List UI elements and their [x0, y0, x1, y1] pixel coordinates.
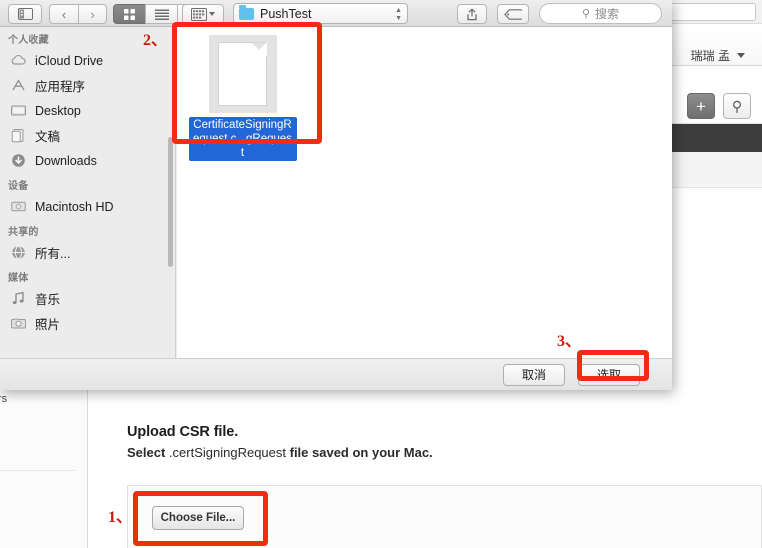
annotation-step-2: 2、	[143, 32, 168, 49]
sidebar-item-macintosh-hd[interactable]: Macintosh HD	[0, 194, 175, 219]
upload-csr-subtitle: Select .certSigningRequest file saved on…	[127, 445, 433, 460]
left-nav-divider	[0, 470, 76, 471]
sidebar-item-photos[interactable]: 照片	[0, 311, 175, 336]
chevron-left-icon: ‹	[61, 6, 67, 22]
music-note-icon	[10, 290, 27, 307]
list-view-icon	[154, 9, 169, 20]
stepper-icon: ▲ ▼	[395, 7, 402, 22]
sidebar-item-label: 所有...	[35, 247, 71, 261]
chevron-right-icon: ›	[90, 6, 95, 22]
subtitle-filename: .certSigningRequest	[168, 445, 286, 460]
sidebar-item-applications[interactable]: 应用程序	[0, 73, 175, 98]
path-popup-button[interactable]: PushTest ▲ ▼	[233, 3, 408, 24]
folder-icon	[239, 5, 254, 20]
screenshot-root: loper 瑞瑞 孟 + ⚲ . Your default ted rs Upl…	[0, 0, 762, 548]
sidebar-section-header: 设备	[8, 181, 29, 192]
file-item[interactable]: CertificateSigningRequest.c...gRequest	[185, 35, 300, 161]
forward-button[interactable]: ›	[78, 4, 107, 24]
add-button[interactable]: +	[687, 93, 715, 119]
search-icon: ⚲	[581, 8, 591, 20]
left-nav-item-fragment[interactable]: rs	[0, 393, 7, 405]
sidebar-section-header: 媒体	[8, 273, 29, 284]
subtitle-prefix: Select	[127, 445, 169, 460]
sidebar-section-header: 共享的	[8, 227, 39, 238]
search-button[interactable]: ⚲	[723, 93, 751, 119]
plus-icon: +	[696, 96, 706, 116]
icon-view-icon	[124, 8, 135, 20]
choose-file-button[interactable]: Choose File...	[152, 506, 244, 530]
finder-search-placeholder: 搜索	[595, 7, 620, 21]
sidebar-item-label: 音乐	[35, 293, 61, 307]
sidebar-item-icloud-drive[interactable]: iCloud Drive	[0, 48, 175, 73]
finder-toolbar: ‹ › PushTest ▲ ▼ ⚲ 搜索	[0, 0, 672, 27]
cloud-icon	[10, 52, 27, 69]
tag-button[interactable]	[497, 4, 529, 24]
icon-view-button[interactable]	[113, 4, 145, 24]
magnifier-icon: ⚲	[731, 98, 743, 114]
sidebar-item-label: Desktop	[35, 103, 81, 118]
annotation-step-1: 1、	[108, 509, 133, 526]
sidebar-item-all-shared[interactable]: 所有...	[0, 240, 175, 265]
choose-button[interactable]: 选取	[578, 364, 640, 386]
background-left-nav	[0, 390, 88, 548]
file-name-label[interactable]: CertificateSigningRequest.c...gRequest	[188, 117, 297, 161]
arrange-by-icon	[191, 7, 207, 21]
sidebar-item-music[interactable]: 音乐	[0, 286, 175, 311]
sidebar-item-label: Macintosh HD	[35, 199, 114, 214]
sidebar-item-label: 应用程序	[35, 80, 86, 94]
documents-icon	[10, 127, 27, 144]
network-icon	[10, 244, 27, 261]
sidebar-item-label: 文稿	[35, 130, 61, 144]
finder-file-list[interactable]: CertificateSigningRequest.c...gRequest	[177, 27, 672, 358]
sidebar-scrollbar[interactable]	[168, 137, 173, 267]
share-icon	[467, 8, 477, 20]
document-icon	[218, 42, 267, 106]
chevron-down-icon[interactable]	[737, 53, 745, 58]
tag-icon	[504, 8, 522, 20]
path-popup-label: PushTest	[260, 6, 312, 21]
applications-icon	[10, 77, 27, 94]
sidebar-item-downloads[interactable]: Downloads	[0, 148, 175, 173]
finder-footer: 取消 选取	[0, 358, 672, 390]
subtitle-suffix: file saved on your Mac.	[286, 445, 433, 460]
desktop-icon	[10, 102, 27, 119]
sidebar-item-label: iCloud Drive	[35, 53, 104, 68]
back-button[interactable]: ‹	[49, 4, 78, 24]
sidebar-item-label: 照片	[35, 318, 61, 332]
share-button[interactable]	[457, 4, 487, 24]
harddisk-icon	[10, 198, 27, 215]
file-icon-container	[208, 35, 277, 113]
sidebar-toggle-button[interactable]	[8, 4, 42, 24]
cancel-button[interactable]: 取消	[503, 364, 565, 386]
arrange-by-button[interactable]	[182, 4, 224, 24]
finder-sidebar[interactable]: 个人收藏 iCloud Drive 应用程序 Desktop 文稿 Downlo…	[0, 27, 176, 358]
sidebar-item-label: Downloads	[35, 153, 97, 168]
upload-csr-title: Upload CSR file.	[127, 424, 239, 440]
sidebar-toggle-icon	[17, 8, 33, 20]
annotation-step-3: 3、	[557, 333, 582, 350]
list-view-button[interactable]	[145, 4, 177, 24]
sidebar-item-documents[interactable]: 文稿	[0, 123, 175, 148]
chevron-down-icon	[209, 12, 215, 16]
finder-search-input[interactable]: ⚲ 搜索	[539, 3, 662, 24]
document-fold-corner	[252, 43, 266, 57]
account-name-label[interactable]: 瑞瑞 孟	[691, 47, 730, 64]
camera-icon	[10, 315, 27, 332]
downloads-icon	[10, 152, 27, 169]
sidebar-item-desktop[interactable]: Desktop	[0, 98, 175, 123]
